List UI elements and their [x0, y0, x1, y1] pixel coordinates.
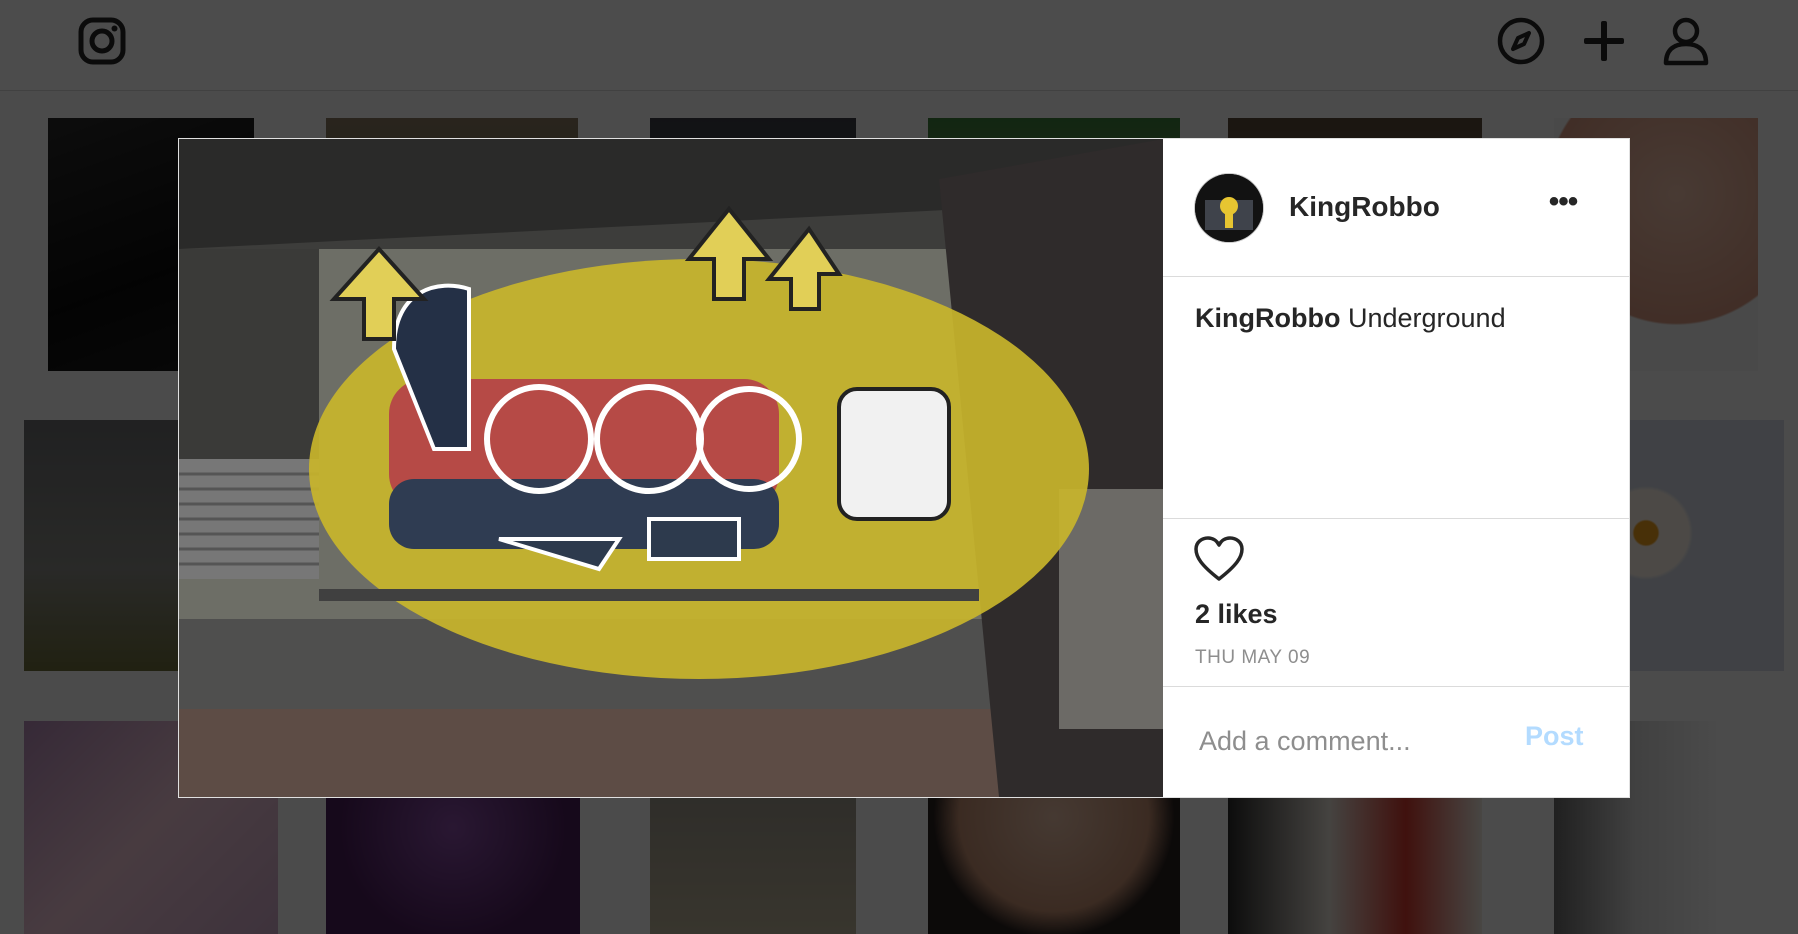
- comment-box: Post: [1163, 687, 1629, 797]
- avatar-icon: [1195, 174, 1263, 242]
- post-sidebar: KingRobbo ••• KingRobbo Underground 2 li…: [1163, 139, 1629, 797]
- post-actions: 2 likes THU MAY 09: [1163, 519, 1629, 687]
- more-options-button[interactable]: •••: [1543, 187, 1583, 217]
- post-caption: KingRobbo Underground: [1163, 277, 1629, 519]
- caption-text: Underground: [1347, 303, 1506, 333]
- post-photo[interactable]: [179, 139, 1163, 797]
- caption-username[interactable]: KingRobbo: [1195, 303, 1340, 333]
- comment-input[interactable]: [1199, 719, 1499, 763]
- graffiti-photo: [179, 139, 1163, 797]
- heart-outline-icon[interactable]: [1193, 535, 1245, 583]
- post-date: THU MAY 09: [1195, 647, 1311, 668]
- post-modal: KingRobbo ••• KingRobbo Underground 2 li…: [178, 138, 1630, 798]
- post-header: KingRobbo •••: [1163, 139, 1629, 277]
- post-comment-button[interactable]: Post: [1525, 721, 1584, 752]
- avatar[interactable]: [1195, 174, 1263, 242]
- likes-count[interactable]: 2 likes: [1195, 599, 1278, 630]
- post-author-username[interactable]: KingRobbo: [1289, 191, 1440, 223]
